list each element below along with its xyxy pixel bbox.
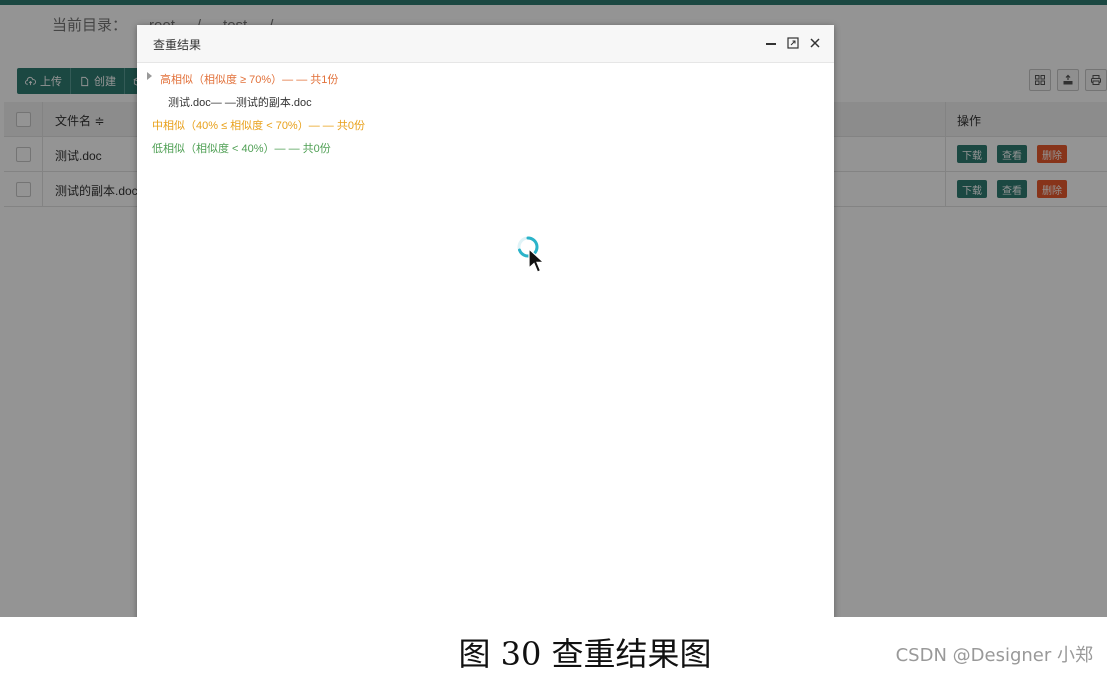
- low-similarity-group[interactable]: 低相似（相似度 < 40%）— — 共0份: [152, 140, 331, 156]
- maximize-button[interactable]: [786, 36, 800, 50]
- high-similarity-group[interactable]: 高相似（相似度 ≥ 70%）— — 共1份: [160, 71, 338, 87]
- dialog-title: 查重结果: [153, 38, 202, 52]
- dialog-controls: [764, 36, 822, 50]
- watermark: CSDN @Designer 小郑: [895, 645, 1093, 666]
- close-icon: [810, 38, 820, 48]
- expand-caret-icon[interactable]: [147, 72, 152, 80]
- app-screen: 当前目录：root/test/ 上传 创建 文件名 ≑: [0, 0, 1107, 617]
- close-button[interactable]: [808, 36, 822, 50]
- high-similarity-item: 测试.doc— —测试的副本.doc: [168, 97, 312, 109]
- minimize-button[interactable]: [764, 36, 778, 50]
- mid-similarity-group[interactable]: 中相似（40% ≤ 相似度 < 70%）— — 共0份: [152, 117, 365, 133]
- mouse-cursor-icon: [528, 247, 545, 273]
- dialog-header: 查重结果: [137, 25, 834, 63]
- maximize-icon: [787, 37, 799, 49]
- similarity-result-dialog: 查重结果 高相似（相似度 ≥ 70%）— — 共1份 测试.doc— —测试的副…: [137, 25, 834, 617]
- minimize-icon: [766, 43, 776, 45]
